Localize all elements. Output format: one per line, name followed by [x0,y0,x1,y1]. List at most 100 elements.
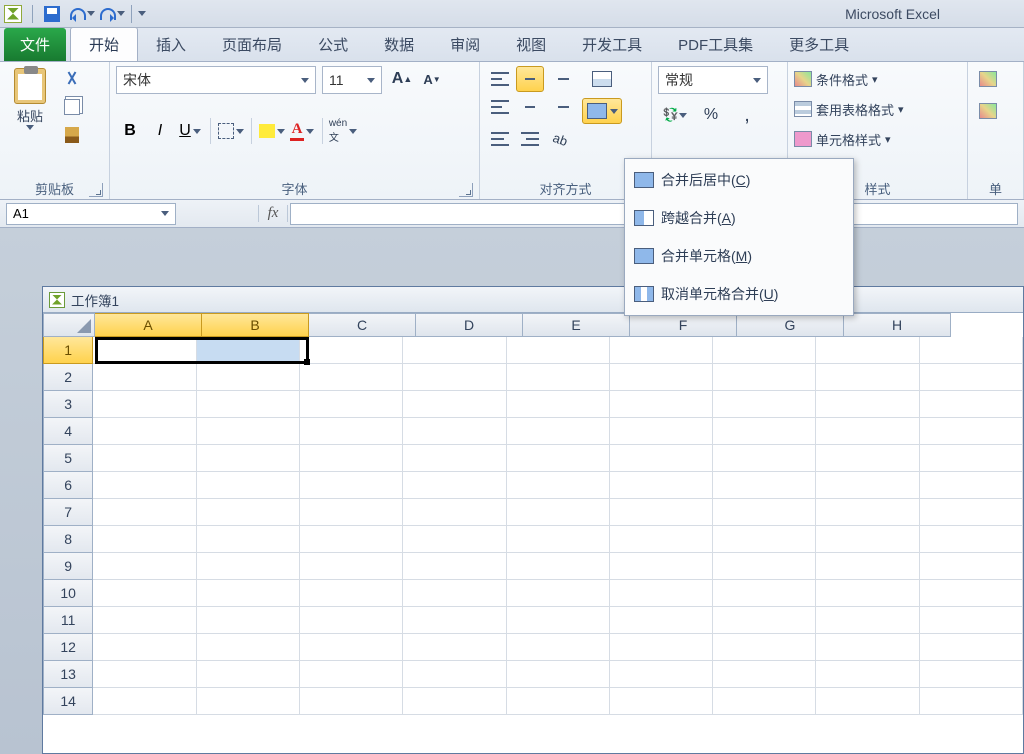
cell[interactable] [713,580,816,607]
cell[interactable] [93,499,196,526]
cell[interactable] [816,661,919,688]
cell[interactable] [816,445,919,472]
cell[interactable] [403,526,506,553]
wrap-text-button[interactable] [582,66,622,92]
row-header-14[interactable]: 14 [43,688,93,715]
tab-home[interactable]: 开始 [70,27,138,61]
cell[interactable] [713,445,816,472]
cell[interactable] [403,337,506,364]
row-header-5[interactable]: 5 [43,445,93,472]
copy-button[interactable] [58,94,86,120]
font-size-combo[interactable]: 11 [322,66,382,94]
cell[interactable] [300,445,403,472]
cell[interactable] [197,580,300,607]
cell[interactable] [507,661,610,688]
cell[interactable] [713,607,816,634]
row-header-6[interactable]: 6 [43,472,93,499]
cell[interactable] [403,688,506,715]
cell[interactable] [403,499,506,526]
select-all-corner[interactable] [43,313,95,337]
cell[interactable] [507,526,610,553]
cell[interactable] [816,472,919,499]
cell[interactable] [507,499,610,526]
cell[interactable] [610,472,713,499]
align-bottom-button[interactable] [546,66,574,92]
cell[interactable] [197,472,300,499]
cell[interactable] [93,580,196,607]
underline-button[interactable]: U [176,118,204,144]
tab-view[interactable]: 视图 [498,28,564,61]
menu-unmerge[interactable]: 取消单元格合并(U) [627,275,851,313]
cell-styles-button[interactable]: 单元格样式 ▾ [794,126,961,152]
cell[interactable] [300,499,403,526]
percent-button[interactable]: % [694,102,728,128]
cell[interactable] [403,391,506,418]
cell[interactable] [300,337,403,364]
cell[interactable] [816,634,919,661]
align-right-button[interactable] [546,94,574,120]
fill-color-button[interactable] [258,118,286,144]
align-center-button[interactable] [516,94,544,120]
cell[interactable] [93,364,196,391]
col-header-E[interactable]: E [523,313,630,337]
cell[interactable] [507,580,610,607]
col-header-B[interactable]: B [202,313,309,337]
cell[interactable] [300,391,403,418]
cell[interactable] [713,391,816,418]
cell[interactable] [197,661,300,688]
row-header-4[interactable]: 4 [43,418,93,445]
cell[interactable] [713,553,816,580]
cell[interactable] [507,364,610,391]
cell[interactable] [920,688,1023,715]
increase-indent-button[interactable] [516,126,544,152]
cell[interactable] [920,580,1023,607]
phonetic-button[interactable]: wén文 [329,118,357,144]
cell[interactable] [816,418,919,445]
cell[interactable] [403,472,506,499]
cell[interactable] [93,337,196,364]
cell[interactable] [403,418,506,445]
cell[interactable] [920,499,1023,526]
cell[interactable] [816,364,919,391]
cell[interactable] [197,337,300,364]
conditional-format-button[interactable]: 条件格式 ▾ [794,66,961,92]
cell[interactable] [507,445,610,472]
row-header-10[interactable]: 10 [43,580,93,607]
orientation-button[interactable]: ab [546,126,574,152]
cell[interactable] [610,499,713,526]
cell[interactable] [816,526,919,553]
currency-button[interactable]: 💱 [658,102,692,128]
cell[interactable] [93,472,196,499]
cell[interactable] [197,553,300,580]
cell[interactable] [920,445,1023,472]
cell[interactable] [300,418,403,445]
increase-font-button[interactable]: A▲ [388,66,416,92]
cell[interactable] [920,526,1023,553]
col-header-F[interactable]: F [630,313,737,337]
col-header-D[interactable]: D [416,313,523,337]
cell[interactable] [713,688,816,715]
tab-review[interactable]: 审阅 [432,28,498,61]
cell[interactable] [93,418,196,445]
cell[interactable] [610,418,713,445]
row-header-8[interactable]: 8 [43,526,93,553]
insert-cells-button[interactable] [974,66,1002,92]
qat-customize-icon[interactable] [138,11,146,16]
cell[interactable] [610,445,713,472]
cell[interactable] [507,472,610,499]
cell[interactable] [816,337,919,364]
col-header-A[interactable]: A [95,313,202,337]
cell[interactable] [507,607,610,634]
cell[interactable] [610,580,713,607]
cell[interactable] [403,553,506,580]
cell[interactable] [713,337,816,364]
cell[interactable] [197,364,300,391]
cell[interactable] [920,607,1023,634]
cell[interactable] [197,499,300,526]
cell[interactable] [920,364,1023,391]
cell[interactable] [713,634,816,661]
cell[interactable] [920,337,1023,364]
cell[interactable] [713,499,816,526]
cell[interactable] [920,553,1023,580]
cell[interactable] [300,580,403,607]
